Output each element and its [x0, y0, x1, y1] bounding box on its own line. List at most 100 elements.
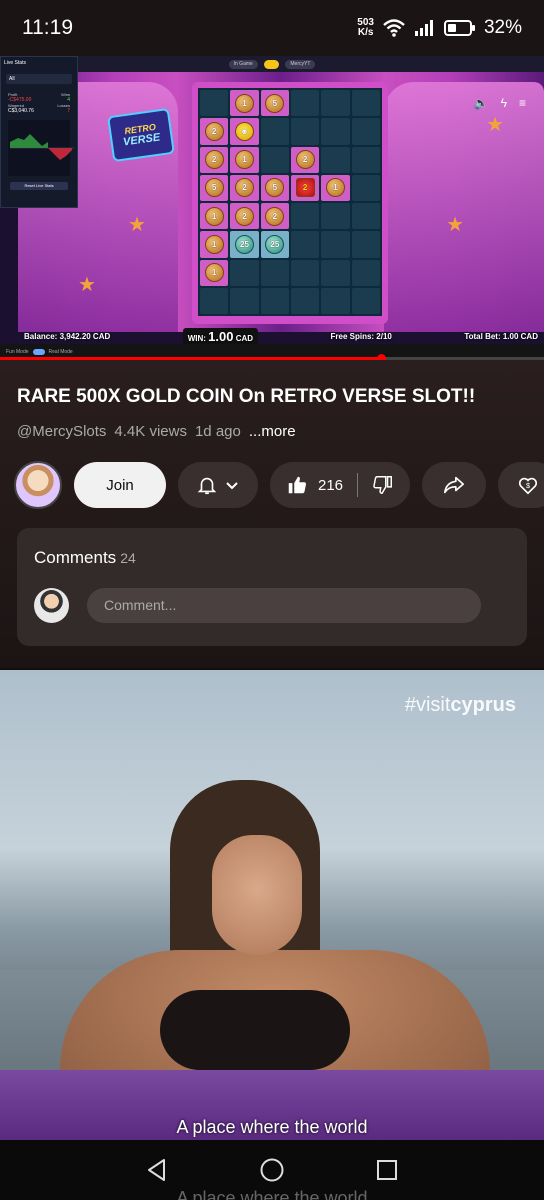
thumbs-up-icon [288, 476, 306, 494]
losses-value: 7 [67, 108, 70, 114]
battery-icon [443, 20, 475, 36]
game-top-bar: In Game MercyYT [0, 56, 544, 72]
slot-cell [200, 287, 229, 314]
share-button[interactable] [422, 462, 486, 508]
reset-live-stats-button[interactable]: Reset Live Stats [10, 182, 68, 190]
slot-cell [351, 146, 380, 173]
coin-symbol: 1 [204, 234, 224, 254]
slot-cell [321, 118, 350, 145]
star-icon: ★ [78, 274, 96, 296]
slot-cell: 1 [200, 231, 229, 258]
live-stats-chart [8, 120, 74, 176]
real-mode-label: Real Mode [48, 349, 73, 355]
ad-subtitle: A place where the world [176, 1117, 368, 1137]
coin-symbol: 2 [234, 206, 254, 226]
video-player[interactable]: In Game MercyYT ★ ★ ★ ★ RETRO VERSE 🔈 ϟ … [0, 56, 544, 360]
like-button[interactable]: 216 [272, 474, 357, 496]
slot-cell: 2 [230, 174, 259, 201]
slot-cell [321, 287, 350, 314]
slot-cell: 25 [230, 231, 259, 258]
in-game-pill: In Game [228, 59, 258, 69]
coin-symbol: 5 [265, 178, 285, 198]
coin-symbol: 1 [234, 93, 254, 113]
slot-cell [351, 259, 380, 286]
join-button[interactable]: Join [74, 462, 166, 508]
svg-text:$: $ [526, 481, 530, 490]
video-title[interactable]: RARE 500X GOLD COIN On RETRO VERSE SLOT!… [17, 386, 527, 408]
ad-video[interactable]: #visitcyprus A place where the world [0, 670, 544, 1140]
coin-symbol: 5 [265, 93, 285, 113]
smiley-coin-symbol: ☻ [234, 121, 254, 141]
channel-handle[interactable]: @MercySlots [17, 423, 106, 440]
slot-cell: 1 [200, 203, 229, 230]
live-stats-panel: Live Stats All Profit Wins -C$475.00 4 W… [0, 56, 78, 208]
coin-symbol: 2 [204, 121, 224, 141]
turbo-icon[interactable]: ϟ [501, 96, 507, 110]
slot-cell: 2 [200, 118, 229, 145]
live-stats-filter[interactable]: All [6, 74, 72, 84]
dislike-button[interactable] [358, 474, 408, 496]
user-avatar [34, 588, 69, 623]
mode-toggle[interactable] [32, 349, 45, 355]
network-speed-unit: K/s [357, 27, 374, 38]
coin-symbol: 1 [325, 178, 345, 198]
hashtag-prefix: #visit [404, 694, 451, 716]
comments-heading: Comments 24 [34, 548, 136, 568]
slot-cell [291, 90, 320, 117]
slot-cell: 1 [230, 90, 259, 117]
action-row: Join 216 $ [14, 461, 544, 509]
star-icon: ★ [486, 114, 504, 136]
balance-text: Balance: 3,942.20 CAD [24, 331, 111, 341]
bell-icon [197, 477, 217, 495]
signal-icon [414, 20, 433, 36]
subscribe-bell-button[interactable] [178, 462, 258, 508]
slot-cell [291, 231, 320, 258]
slot-cell [291, 287, 320, 314]
slot-cell [291, 118, 320, 145]
slot-cell: 25 [260, 231, 289, 258]
slot-cell [260, 146, 289, 173]
slot-game-scene: ★ ★ ★ ★ RETRO VERSE 🔈 ϟ ≡ 1 5 2 ☻ 2 1 2 5 2 5 2 1 1 2… [18, 72, 544, 332]
recents-icon[interactable] [374, 1157, 400, 1183]
slot-cell [260, 118, 289, 145]
fun-mode-label: Fun Mode [6, 349, 29, 355]
more-link[interactable]: ...more [249, 423, 296, 440]
thanks-button[interactable]: $ [498, 462, 544, 508]
coin-symbol: 2 [265, 206, 285, 226]
slot-cell [321, 203, 350, 230]
status-time: 11:19 [22, 16, 73, 39]
sound-icon[interactable]: 🔈 [474, 96, 489, 110]
upload-age: 1d ago [194, 423, 241, 440]
live-stats-row: C$3,040.76 7 [4, 108, 74, 114]
chevron-down-icon [226, 482, 238, 490]
slot-cell: 2 [291, 146, 320, 173]
coin-symbol: 5 [204, 178, 224, 198]
coin-symbol: 2 [234, 178, 254, 198]
channel-avatar[interactable] [14, 461, 62, 509]
comments-card[interactable]: Comments 24 Comment... [17, 528, 527, 646]
visit-cyprus-watermark: #visitcyprus [405, 694, 516, 717]
like-count: 216 [317, 476, 344, 494]
star-icon: ★ [446, 214, 464, 236]
slot-cell: 2 [260, 203, 289, 230]
slot-cell [351, 118, 380, 145]
menu-icon[interactable]: ≡ [519, 96, 526, 110]
view-count: 4.4K views [114, 423, 187, 440]
slot-cell [260, 259, 289, 286]
win-currency: CAD [235, 333, 254, 343]
video-meta[interactable]: @MercySlots 4.4K views 1d ago ...more [17, 423, 296, 440]
battery-percentage: 32% [483, 17, 522, 38]
slot-grid: 1 5 2 ☻ 2 1 2 5 2 5 2 1 1 2 2 1 25 25 1 [198, 88, 382, 316]
heart-dollar-icon: $ [518, 477, 538, 495]
wifi-icon [383, 19, 405, 37]
wagered-value: C$3,040.76 [8, 108, 34, 114]
home-icon[interactable] [259, 1157, 285, 1183]
swimsuit [160, 990, 350, 1070]
back-icon[interactable] [144, 1157, 170, 1183]
profit-line-chart [10, 134, 74, 160]
free-spins-text: Free Spins: 2/10 [330, 331, 392, 341]
slot-cell [291, 203, 320, 230]
coin-symbol: 2 [295, 150, 315, 170]
share-icon [444, 476, 464, 494]
comment-input[interactable]: Comment... [87, 588, 481, 623]
